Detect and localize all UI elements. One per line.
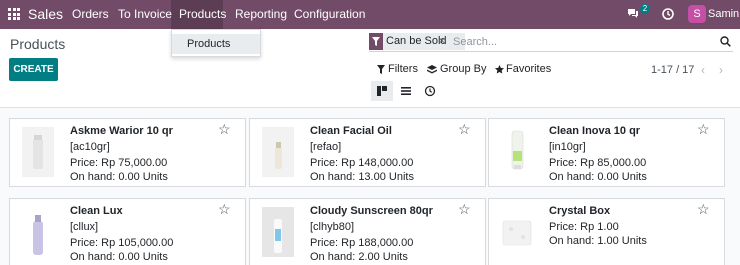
menu-orders[interactable]: Orders <box>72 0 109 29</box>
favorite-star-icon[interactable]: ☆ <box>458 122 471 136</box>
menu-reporting[interactable]: Reporting <box>235 0 287 29</box>
product-image <box>501 127 533 177</box>
favorite-star-icon[interactable]: ☆ <box>697 202 710 216</box>
product-card[interactable]: Clean Lux [cllux] Price: Rp 105,000.00 O… <box>9 198 246 265</box>
avatar[interactable]: S <box>688 5 706 23</box>
product-image <box>262 127 294 177</box>
search-bar: Can be Sold × <box>369 32 733 52</box>
product-price: Price: Rp 75,000.00 <box>70 157 168 169</box>
product-on-hand: On hand: 0.00 Units <box>549 171 647 183</box>
control-panel: Products CREATE Can be Sold × Filters Gr… <box>0 29 740 108</box>
product-name: Cloudy Sunscreen 80qr <box>310 205 433 217</box>
product-on-hand: On hand: 13.00 Units <box>310 171 414 183</box>
product-image <box>497 207 537 257</box>
app-menu-icon[interactable] <box>8 8 20 20</box>
menu-to-invoice[interactable]: To Invoice <box>118 0 172 29</box>
star-icon <box>495 65 504 74</box>
product-reference: [in10gr] <box>549 141 586 153</box>
product-name: Askme Warior 10 qr <box>70 125 173 137</box>
product-price: Price: Rp 105,000.00 <box>70 237 174 249</box>
menu-products[interactable]: Products <box>171 0 226 29</box>
product-name: Crystal Box <box>549 205 611 217</box>
chat-icon[interactable] <box>627 8 639 18</box>
pager-previous-icon[interactable]: ‹ <box>701 63 705 77</box>
favorites-label: Favorites <box>506 63 552 75</box>
remove-facet-icon[interactable]: × <box>439 33 445 50</box>
product-image <box>22 127 54 177</box>
product-reference: [clhyb80] <box>310 221 355 233</box>
product-card[interactable]: Crystal Box Price: Rp 1.00 On hand: 1.00… <box>488 198 725 265</box>
user-name[interactable]: Samin <box>708 8 739 20</box>
products-dropdown-menu: Products <box>171 29 261 57</box>
kanban-view-button[interactable] <box>371 81 393 101</box>
filters-button[interactable]: Filters <box>377 63 418 75</box>
dropdown-item-products[interactable]: Products <box>172 34 260 54</box>
product-price: Price: Rp 1.00 <box>549 221 619 233</box>
product-card[interactable]: Cloudy Sunscreen 80qr [clhyb80] Price: R… <box>249 198 486 265</box>
list-icon <box>401 87 411 95</box>
clock-icon <box>424 85 436 97</box>
pager-value[interactable]: 1-17 / 17 <box>651 64 694 76</box>
search-input[interactable] <box>453 33 703 50</box>
product-image <box>262 207 294 257</box>
filter-facet-icon <box>369 33 383 50</box>
group-by-label: Group By <box>440 63 487 75</box>
menu-configuration[interactable]: Configuration <box>294 0 365 29</box>
create-button[interactable]: CREATE <box>9 58 58 81</box>
product-on-hand: On hand: 0.00 Units <box>70 171 168 183</box>
layers-icon <box>427 65 437 74</box>
message-count-badge: 2 <box>640 4 650 14</box>
favorite-star-icon[interactable]: ☆ <box>218 122 231 136</box>
product-reference: [refao] <box>310 141 342 153</box>
clock-icon[interactable] <box>662 8 674 20</box>
product-on-hand: On hand: 2.00 Units <box>310 251 408 263</box>
favorite-star-icon[interactable]: ☆ <box>458 202 471 216</box>
product-image <box>22 207 54 257</box>
app-brand[interactable]: Sales <box>28 6 63 22</box>
favorite-star-icon[interactable]: ☆ <box>697 122 710 136</box>
activity-view-button[interactable] <box>419 81 441 101</box>
product-name: Clean Inova 10 qr <box>549 125 641 137</box>
product-card[interactable]: Askme Warior 10 qr [ac10gr] Price: Rp 75… <box>9 118 246 187</box>
product-reference: [cllux] <box>70 221 99 233</box>
product-card[interactable]: Clean Facial Oil [refao] Price: Rp 148,0… <box>249 118 486 187</box>
page-title: Products <box>10 36 66 52</box>
favorite-star-icon[interactable]: ☆ <box>218 202 231 216</box>
product-price: Price: Rp 85,000.00 <box>549 157 647 169</box>
product-price: Price: Rp 148,000.00 <box>310 157 414 169</box>
list-view-button[interactable] <box>395 81 417 101</box>
group-by-button[interactable]: Group By <box>427 63 486 75</box>
pager-next-icon[interactable]: › <box>719 63 723 77</box>
filters-label: Filters <box>388 63 418 75</box>
kanban-icon <box>377 86 387 96</box>
filter-icon <box>377 65 385 74</box>
product-card[interactable]: Clean Inova 10 qr [in10gr] Price: Rp 85,… <box>488 118 725 187</box>
product-on-hand: On hand: 0.00 Units <box>70 251 168 263</box>
search-icon[interactable] <box>720 36 731 47</box>
product-name: Clean Facial Oil <box>310 125 392 137</box>
top-navbar: Sales Orders To Invoice Products Reporti… <box>0 0 740 29</box>
product-on-hand: On hand: 1.00 Units <box>549 235 647 247</box>
product-reference: [ac10gr] <box>70 141 110 153</box>
favorites-button[interactable]: Favorites <box>495 63 551 75</box>
product-price: Price: Rp 188,000.00 <box>310 237 414 249</box>
product-name: Clean Lux <box>70 205 123 217</box>
